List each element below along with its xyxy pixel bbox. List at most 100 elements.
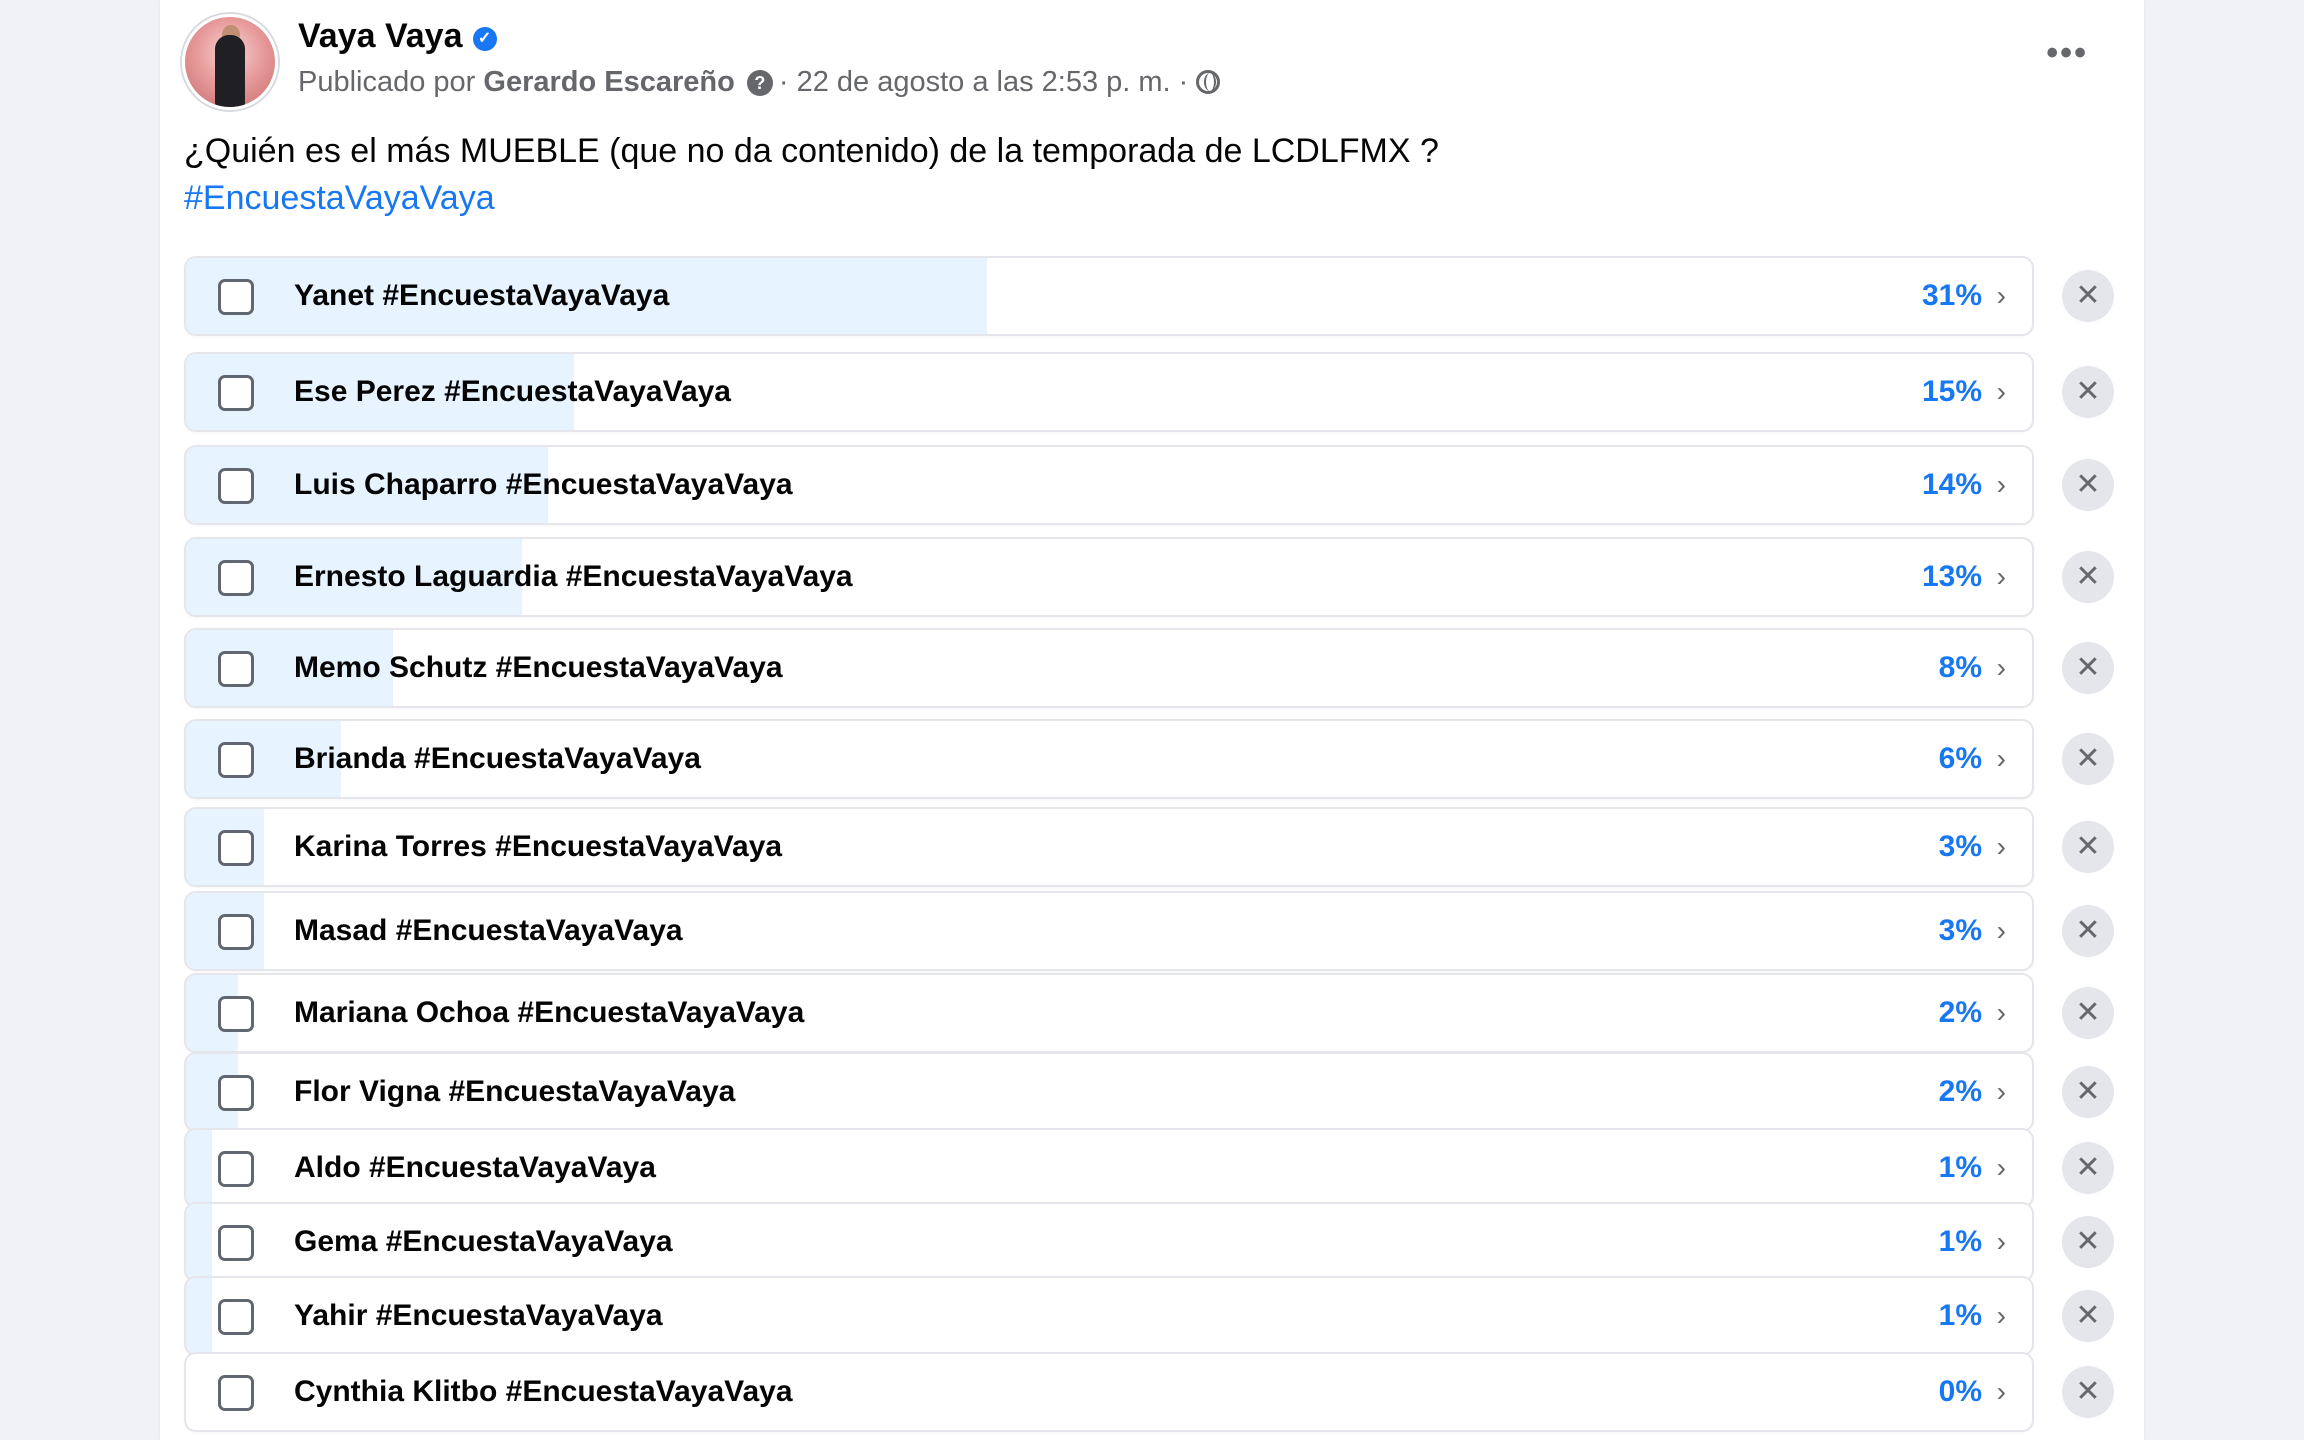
checkbox-icon[interactable] [218, 651, 254, 687]
checkbox-icon[interactable] [218, 375, 254, 411]
poll-option-label: Mariana Ochoa #EncuestaVayaVaya [294, 996, 805, 1029]
poll-option-percent[interactable]: 6% [1939, 721, 1982, 797]
post-card: Vaya Vaya ✓ Publicado por Gerardo Escareñ… [160, 0, 2144, 1440]
poll-option-percent[interactable]: 8% [1939, 630, 1982, 706]
poll-option-label: Masad #EncuestaVayaVaya [294, 914, 683, 947]
poll-option-label: Ese Perez #EncuestaVayaVaya [294, 375, 731, 408]
poll-option-label: Brianda #EncuestaVayaVaya [294, 742, 701, 775]
checkbox-icon[interactable] [218, 1225, 254, 1261]
close-icon[interactable]: ✕ [2062, 733, 2114, 785]
poll-option[interactable]: Brianda #EncuestaVayaVaya 6% › [184, 719, 2034, 799]
poll-option-fill-bar [186, 1204, 212, 1280]
poll-option-percent[interactable]: 2% [1939, 975, 1982, 1051]
chevron-right-icon[interactable]: › [1997, 1204, 2006, 1280]
poll-option-label: Yanet #EncuestaVayaVaya [294, 279, 670, 312]
poll-option-percent[interactable]: 3% [1939, 809, 1982, 885]
chevron-right-icon[interactable]: › [1997, 630, 2006, 706]
chevron-right-icon[interactable]: › [1997, 975, 2006, 1051]
page-name-text[interactable]: Vaya Vaya [298, 17, 463, 55]
poll-option-percent[interactable]: 13% [1922, 539, 1982, 615]
poll-option-label: Karina Torres #EncuestaVayaVaya [294, 830, 783, 863]
poll-option[interactable]: Flor Vigna #EncuestaVayaVaya 2% › [184, 1052, 2034, 1132]
checkbox-icon[interactable] [218, 279, 254, 315]
poll-option-label: Luis Chaparro #EncuestaVayaVaya [294, 468, 793, 501]
author-link[interactable]: Gerardo Escareño [483, 66, 734, 98]
poll-option-percent[interactable]: 2% [1939, 1054, 1982, 1130]
close-icon[interactable]: ✕ [2062, 1366, 2114, 1418]
checkbox-icon[interactable] [218, 1075, 254, 1111]
checkbox-icon[interactable] [218, 560, 254, 596]
poll-option[interactable]: Masad #EncuestaVayaVaya 3% › [184, 891, 2034, 971]
chevron-right-icon[interactable]: › [1997, 539, 2006, 615]
published-by-prefix: Publicado por [298, 66, 476, 98]
poll-option-label: Flor Vigna #EncuestaVayaVaya [294, 1075, 736, 1108]
post-hashtag[interactable]: #EncuestaVayaVaya [184, 175, 495, 221]
poll-option[interactable]: Yahir #EncuestaVayaVaya 1% › [184, 1276, 2034, 1356]
question-circle-icon[interactable]: ? [746, 70, 773, 96]
poll-option[interactable]: Aldo #EncuestaVayaVaya 1% › [184, 1128, 2034, 1208]
poll-option-percent[interactable]: 0% [1939, 1354, 1982, 1430]
poll-option-percent[interactable]: 1% [1939, 1204, 1982, 1280]
poll-option[interactable]: Cynthia Klitbo #EncuestaVayaVaya 0% › [184, 1352, 2034, 1432]
poll-option-label: Gema #EncuestaVayaVaya [294, 1225, 673, 1258]
post-question: ¿Quién es el más MUEBLE (que no da conte… [184, 132, 1439, 170]
chevron-right-icon[interactable]: › [1997, 1054, 2006, 1130]
close-icon[interactable]: ✕ [2062, 459, 2114, 511]
poll-option[interactable]: Memo Schutz #EncuestaVayaVaya 8% › [184, 628, 2034, 708]
chevron-right-icon[interactable]: › [1997, 354, 2006, 430]
chevron-right-icon[interactable]: › [1997, 721, 2006, 797]
chevron-right-icon[interactable]: › [1997, 1278, 2006, 1354]
verified-badge-icon: ✓ [472, 27, 497, 51]
close-icon[interactable]: ✕ [2062, 987, 2114, 1039]
poll-option-fill-bar [186, 1130, 212, 1206]
poll-option[interactable]: Yanet #EncuestaVayaVaya 31% › [184, 256, 2034, 336]
checkbox-icon[interactable] [218, 468, 254, 504]
poll-option-label: Cynthia Klitbo #EncuestaVayaVaya [294, 1375, 793, 1408]
checkbox-icon[interactable] [218, 742, 254, 778]
avatar-figure-shape [215, 35, 245, 107]
poll-option-percent[interactable]: 3% [1939, 893, 1982, 969]
poll-option[interactable]: Ese Perez #EncuestaVayaVaya 15% › [184, 352, 2034, 432]
poll-option-percent[interactable]: 1% [1939, 1130, 1982, 1206]
poll-option[interactable]: Karina Torres #EncuestaVayaVaya 3% › [184, 807, 2034, 887]
poll-option-percent[interactable]: 14% [1922, 447, 1982, 523]
checkbox-icon[interactable] [218, 1151, 254, 1187]
poll-option[interactable]: Ernesto Laguardia #EncuestaVayaVaya 13% › [184, 537, 2034, 617]
close-icon[interactable]: ✕ [2062, 1066, 2114, 1118]
page-avatar[interactable] [182, 14, 278, 110]
chevron-right-icon[interactable]: › [1997, 893, 2006, 969]
close-icon[interactable]: ✕ [2062, 821, 2114, 873]
poll-option-percent[interactable]: 15% [1922, 354, 1982, 430]
poll-option-percent[interactable]: 31% [1922, 258, 1982, 334]
chevron-right-icon[interactable]: › [1997, 1354, 2006, 1430]
poll-option-percent[interactable]: 1% [1939, 1278, 1982, 1354]
chevron-right-icon[interactable]: › [1997, 809, 2006, 885]
post-date[interactable]: · 22 de agosto a las 2:53 p. m. · [779, 66, 1188, 98]
chevron-right-icon[interactable]: › [1997, 258, 2006, 334]
close-icon[interactable]: ✕ [2062, 1216, 2114, 1268]
close-icon[interactable]: ✕ [2062, 642, 2114, 694]
poll-option[interactable]: Gema #EncuestaVayaVaya 1% › [184, 1202, 2034, 1282]
close-icon[interactable]: ✕ [2062, 905, 2114, 957]
checkbox-icon[interactable] [218, 830, 254, 866]
globe-icon [1196, 70, 1221, 94]
poll-option-label: Aldo #EncuestaVayaVaya [294, 1151, 656, 1184]
chevron-right-icon[interactable]: › [1997, 1130, 2006, 1206]
checkbox-icon[interactable] [218, 914, 254, 950]
page-name[interactable]: Vaya Vaya ✓ [298, 14, 497, 58]
poll-option[interactable]: Mariana Ochoa #EncuestaVayaVaya 2% › [184, 973, 2034, 1053]
more-horizontal-icon[interactable]: ••• [2046, 36, 2088, 70]
close-icon[interactable]: ✕ [2062, 1290, 2114, 1342]
close-icon[interactable]: ✕ [2062, 551, 2114, 603]
close-icon[interactable]: ✕ [2062, 366, 2114, 418]
checkbox-icon[interactable] [218, 1375, 254, 1411]
checkbox-icon[interactable] [218, 996, 254, 1032]
poll-option[interactable]: Luis Chaparro #EncuestaVayaVaya 14% › [184, 445, 2034, 525]
checkbox-icon[interactable] [218, 1299, 254, 1335]
close-icon[interactable]: ✕ [2062, 1142, 2114, 1194]
chevron-right-icon[interactable]: › [1997, 447, 2006, 523]
poll-option-label: Memo Schutz #EncuestaVayaVaya [294, 651, 783, 684]
post-meta: Publicado por Gerardo Escareño? · 22 de a… [298, 62, 1221, 102]
close-icon[interactable]: ✕ [2062, 270, 2114, 322]
poll-option-label: Yahir #EncuestaVayaVaya [294, 1299, 663, 1332]
